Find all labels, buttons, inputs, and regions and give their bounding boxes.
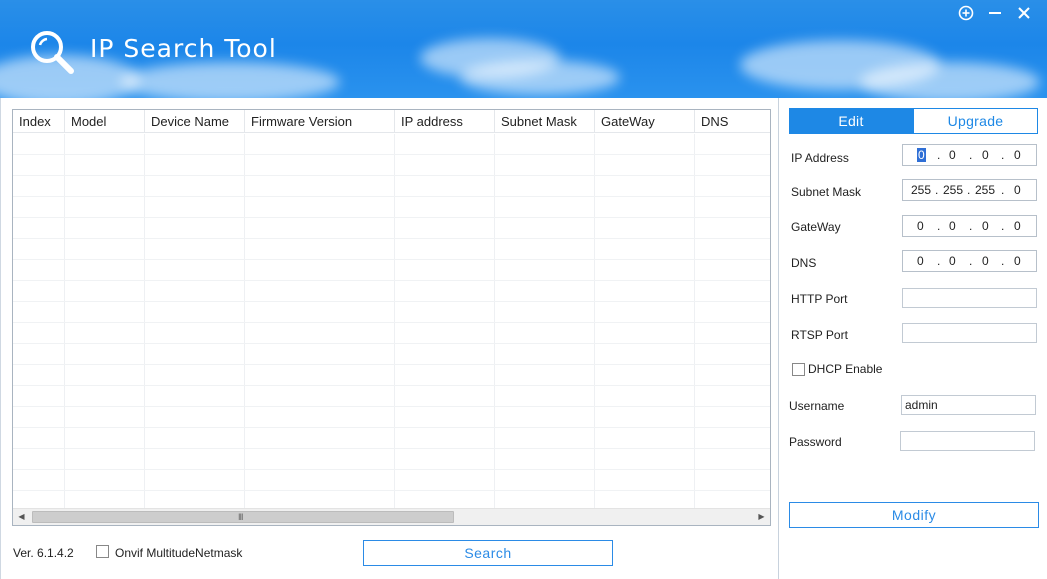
dns-field[interactable]: 0 . 0 . 0 . 0 [902,250,1037,272]
close-icon[interactable] [1015,4,1033,22]
ip-dot: . [969,148,973,162]
http-port-label: HTTP Port [791,292,848,306]
dns-label: DNS [791,256,817,270]
ip-dot: . [1001,219,1005,233]
table-header: Index Model Device Name Firmware Version… [13,110,770,133]
table-row [13,344,770,365]
table-row [13,407,770,428]
column-header-ip-address[interactable]: IP address [395,110,495,133]
dhcp-enable-label: DHCP Enable [808,362,883,376]
gateway-octet-2[interactable]: 0 [949,219,956,233]
table-row [13,428,770,449]
ip-octet-2[interactable]: 0 [949,148,956,162]
table-row [13,197,770,218]
ip-dot: . [935,183,939,197]
ip-dot: . [937,254,941,268]
table-body [13,134,770,512]
column-header-dns[interactable]: DNS [695,110,770,133]
dns-octet-2[interactable]: 0 [949,254,956,268]
table-row [13,449,770,470]
minimize-icon[interactable] [986,4,1004,22]
password-label: Password [789,435,842,449]
ip-dot: . [937,148,941,162]
scrollbar-thumb[interactable]: III [32,511,454,523]
title-bar: IP Search Tool [0,0,1047,98]
http-port-input[interactable] [902,288,1037,308]
scrollbar-grip: III [238,512,243,522]
ip-dot: . [969,254,973,268]
onvif-multitude-netmask-checkbox[interactable] [96,545,109,558]
username-input[interactable]: admin [901,395,1036,415]
gateway-octet-1[interactable]: 0 [917,219,924,233]
cloud-decoration [860,62,1040,98]
ip-octet-4[interactable]: 0 [1014,148,1021,162]
horizontal-scrollbar[interactable]: ◀ III ▶ [13,508,770,525]
modify-button[interactable]: Modify [789,502,1039,528]
ip-dot: . [1001,148,1005,162]
table-row [13,239,770,260]
version-label: Ver. 6.1.4.2 [13,546,74,560]
dns-octet-4[interactable]: 0 [1014,254,1021,268]
column-header-firmware-version[interactable]: Firmware Version [245,110,395,133]
subnet-octet-3[interactable]: 255 [975,183,995,197]
username-label: Username [789,399,845,413]
table-row [13,176,770,197]
gateway-octet-3[interactable]: 0 [982,219,989,233]
table-row [13,134,770,155]
ip-dot: . [969,219,973,233]
table-row [13,302,770,323]
ip-address-label: IP Address [791,151,849,165]
rtsp-port-input[interactable] [902,323,1037,343]
gateway-field[interactable]: 0 . 0 . 0 . 0 [902,215,1037,237]
search-button[interactable]: Search [363,540,613,566]
tab-edit[interactable]: Edit [789,108,913,134]
dhcp-enable-checkbox[interactable] [792,363,805,376]
table-row [13,323,770,344]
search-logo-icon [31,31,74,74]
column-header-device-name[interactable]: Device Name [145,110,245,133]
table-row [13,281,770,302]
ip-octet-1[interactable]: 0 [917,148,926,162]
ip-address-field[interactable]: 0 . 0 . 0 . 0 [902,144,1037,166]
device-list-panel: Index Model Device Name Firmware Version… [0,98,778,579]
column-header-gateway[interactable]: GateWay [595,110,695,133]
add-circle-icon[interactable] [957,4,975,22]
onvif-multitude-netmask-label: Onvif MultitudeNetmask [115,546,243,560]
table-row [13,470,770,491]
dns-octet-1[interactable]: 0 [917,254,924,268]
gateway-octet-4[interactable]: 0 [1014,219,1021,233]
tab-upgrade[interactable]: Upgrade [913,108,1038,134]
cloud-decoration [120,62,340,98]
ip-dot: . [1001,183,1005,197]
column-header-subnet-mask[interactable]: Subnet Mask [495,110,595,133]
cloud-decoration [460,60,620,95]
ip-dot: . [967,183,971,197]
password-input[interactable] [900,431,1035,451]
table-row [13,386,770,407]
subnet-mask-field[interactable]: 255 . 255 . 255 . 0 [902,179,1037,201]
column-header-index[interactable]: Index [13,110,65,133]
table-row [13,365,770,386]
subnet-octet-1[interactable]: 255 [911,183,931,197]
gateway-label: GateWay [791,220,841,234]
scroll-left-arrow-icon[interactable]: ◀ [13,509,30,525]
edit-panel: Edit Upgrade IP Address 0 . 0 . 0 . 0 Su… [778,98,1047,579]
ip-dot: . [1001,254,1005,268]
table-row [13,218,770,239]
ip-octet-3[interactable]: 0 [982,148,989,162]
table-row [13,155,770,176]
subnet-octet-4[interactable]: 0 [1014,183,1021,197]
dns-octet-3[interactable]: 0 [982,254,989,268]
app-title: IP Search Tool [90,34,277,63]
subnet-octet-2[interactable]: 255 [943,183,963,197]
scroll-right-arrow-icon[interactable]: ▶ [753,509,770,525]
device-table[interactable]: Index Model Device Name Firmware Version… [12,109,771,526]
column-header-model[interactable]: Model [65,110,145,133]
ip-dot: . [937,219,941,233]
rtsp-port-label: RTSP Port [791,328,848,342]
table-row [13,260,770,281]
subnet-mask-label: Subnet Mask [791,185,862,199]
